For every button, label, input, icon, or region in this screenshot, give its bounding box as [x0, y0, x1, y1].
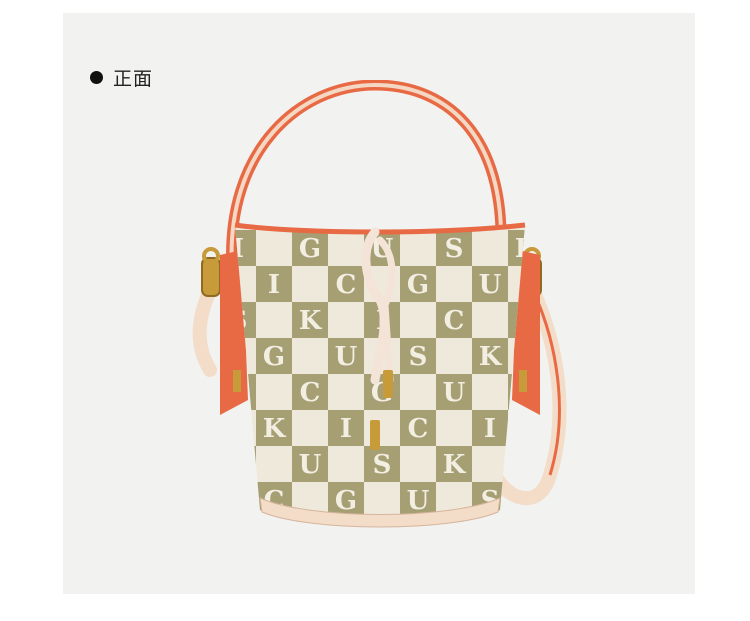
monogram-letter: G	[299, 234, 321, 264]
monogram-letter: U	[299, 450, 322, 480]
view-label: 正面	[90, 64, 153, 91]
monogram-letter: U	[407, 486, 430, 516]
monogram-letter: S	[445, 234, 464, 264]
monogram-letter: G	[335, 486, 357, 516]
monogram-letter: C	[408, 414, 429, 444]
bullet-dot-icon	[90, 71, 103, 84]
monogram-letter: I	[340, 414, 352, 444]
monogram-letter: I	[484, 414, 496, 444]
monogram-letter: S	[409, 342, 428, 372]
monogram-letter: U	[479, 270, 502, 300]
monogram-letter: G	[227, 450, 249, 480]
monogram-letter: G	[407, 270, 429, 300]
monogram-letter: K	[263, 414, 287, 444]
monogram-letter: C	[336, 270, 357, 300]
gold-hook-left	[201, 247, 221, 297]
monogram-letter: I	[520, 450, 532, 480]
monogram-letter: I	[268, 270, 280, 300]
monogram-letter: K	[443, 450, 467, 480]
monogram-letter: C	[300, 378, 321, 408]
monogram-letter: S	[373, 450, 392, 480]
monogram-letter: U	[443, 378, 466, 408]
view-label-text: 正面	[113, 68, 154, 90]
monogram-letter: C	[444, 306, 465, 336]
monogram-letter: U	[335, 342, 358, 372]
monogram-letter: K	[479, 342, 503, 372]
monogram-letter: G	[263, 342, 285, 372]
monogram-letter: K	[299, 306, 323, 336]
bucket-bag-photo: IGUSKICGUSKICIGUSKICGUSKICIGUSKICGUS	[192, 80, 567, 528]
